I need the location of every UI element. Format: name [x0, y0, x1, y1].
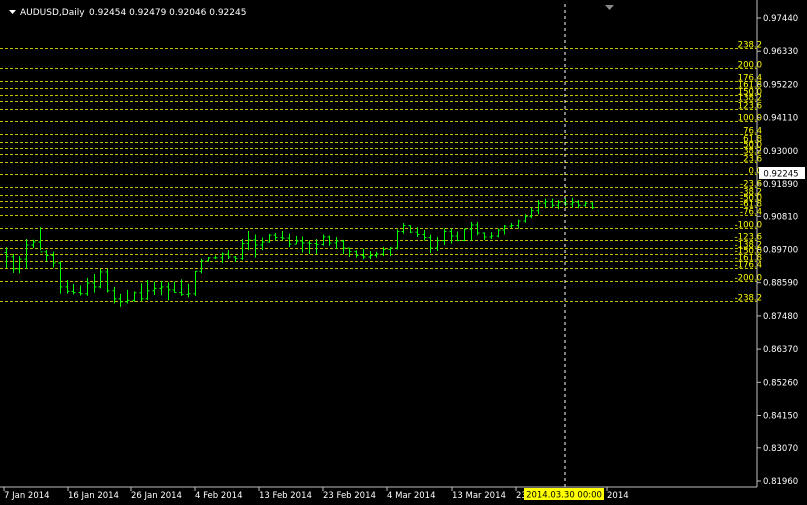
price-tick-label: 0.86370 [763, 345, 798, 355]
current-price-label: 0.92245 [763, 170, 798, 180]
time-tick-label: 23 Feb 2014 [323, 491, 376, 501]
price-tick-label: 0.97440 [763, 14, 798, 24]
price-tick-label: 0.96330 [763, 47, 798, 57]
time-tick-label: 13 Feb 2014 [259, 491, 312, 501]
time-tick-label: 7 Jan 2014 [4, 491, 50, 501]
chart-ohlc-values: 0.92454 0.92479 0.92046 0.92245 [89, 8, 246, 18]
price-tick-label: 0.83070 [763, 444, 798, 454]
price-tick-label: 0.94110 [763, 114, 798, 124]
price-tick-label: 0.88590 [763, 279, 798, 289]
price-tick-label: 0.87480 [763, 312, 798, 322]
price-tick-label: 0.85260 [763, 378, 798, 388]
price-tick-label: 0.84150 [763, 411, 798, 421]
price-tick-label: 0.90810 [763, 212, 798, 222]
fib-level-label: 100.0 [738, 114, 762, 124]
price-tick-label: 0.91890 [763, 180, 798, 190]
price-axis: 0.97440 0.96330 0.95220 0.94110 0.93000 0.918… [757, 14, 798, 487]
chart-background [0, 0, 807, 505]
price-chart[interactable]: 238.2200.0176.4161.8150.0138.2123.6100.0… [0, 0, 807, 505]
fib-level-label: -100.0 [735, 221, 762, 231]
crosshair-time-label: 2014.03.30 00:00 [526, 491, 602, 501]
fib-level-label: -176.4 [735, 261, 762, 271]
price-tick-label: 0.95220 [763, 80, 798, 90]
fib-level-label: -200.0 [735, 274, 762, 284]
time-tick-label: 2014 [607, 491, 629, 501]
time-tick-label: 4 Feb 2014 [195, 491, 243, 501]
price-tick-label: 0.81960 [763, 477, 798, 487]
time-tick-label: 13 Mar 2014 [452, 491, 506, 501]
price-tick-label: 0.93000 [763, 147, 798, 157]
time-tick-label: 26 Jan 2014 [131, 491, 182, 501]
fib-level-label: -238.2 [735, 294, 762, 304]
fib-level-label: 200.0 [738, 61, 762, 71]
fib-level-label: 23.6 [743, 155, 762, 165]
fib-level-label: 123.6 [738, 102, 762, 112]
price-tick-label: 0.89700 [763, 246, 798, 256]
time-tick-label: 16 Jan 2014 [68, 491, 119, 501]
time-tick-label: 4 Mar 2014 [387, 491, 435, 501]
fib-level-label: 238.2 [738, 41, 762, 51]
chart-symbol-label: AUDUSD,Daily [20, 8, 85, 18]
